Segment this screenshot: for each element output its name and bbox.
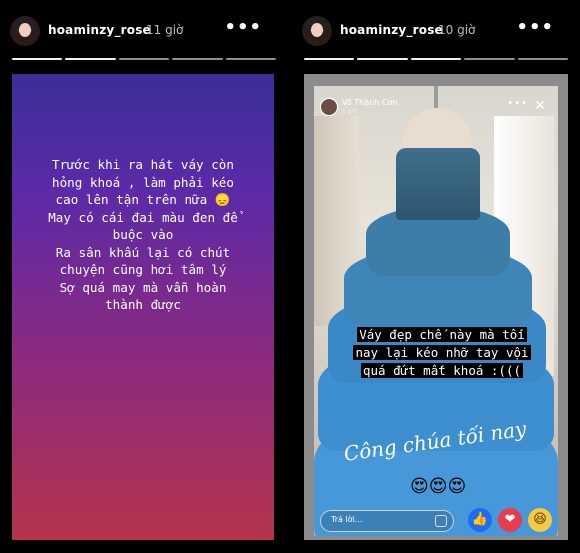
caption-line: nay lại kéo nhỡ tay vội xyxy=(353,345,531,360)
embedded-poster-name: Võ Thành Cơn xyxy=(342,98,398,107)
story-header: hoaminzy_rose 10 giờ ••• xyxy=(292,0,580,60)
progress-segment xyxy=(410,58,462,60)
more-options-icon[interactable]: ••• xyxy=(224,19,262,37)
embedded-story-header: Võ Thành Cơn 1 giờ ••• ✕ xyxy=(320,98,550,120)
story-content-text[interactable]: Trước khi ra hát váy còn hỏng khoá , làm… xyxy=(12,74,274,540)
dress-photo xyxy=(314,86,558,536)
embedded-close-icon: ✕ xyxy=(534,98,546,114)
embedded-poster-time: 1 giờ xyxy=(342,108,357,115)
progress-segment xyxy=(12,58,63,60)
post-time: 10 giờ xyxy=(438,23,476,37)
like-icon: 👍 xyxy=(468,508,492,532)
haha-icon: 😆 xyxy=(528,508,552,532)
post-time: 11 giờ xyxy=(146,23,184,37)
embedded-more-icon: ••• xyxy=(507,98,528,109)
embedded-caption: Váy đẹp chế này mà tối nay lại kéo nhỡ t… xyxy=(332,326,552,380)
progress-segment xyxy=(517,58,569,60)
progress-segment xyxy=(357,58,408,60)
story-panel-right: hoaminzy_rose 10 giờ ••• Võ Thành Cơn 1 … xyxy=(292,0,580,553)
story-header: hoaminzy_rose 11 giờ ••• xyxy=(0,0,288,60)
reply-input: Trả lời... xyxy=(320,510,454,532)
progress-segment xyxy=(172,58,223,60)
progress-segment xyxy=(118,58,170,60)
reply-placeholder: Trả lời... xyxy=(331,515,363,524)
username[interactable]: hoaminzy_rose xyxy=(48,23,151,37)
camera-icon xyxy=(435,515,447,527)
story-text: Trước khi ra hát váy còn hỏng khoá , làm… xyxy=(48,157,238,312)
story-progress-bar xyxy=(304,58,569,61)
progress-segment xyxy=(65,58,116,60)
emoji-row: 😍😍😍 xyxy=(410,476,467,497)
story-progress-bar xyxy=(12,58,277,61)
story-panel-left: hoaminzy_rose 11 giờ ••• Trước khi ra há… xyxy=(0,0,288,553)
username[interactable]: hoaminzy_rose xyxy=(340,23,443,37)
dress-bodice xyxy=(396,148,480,220)
embedded-avatar xyxy=(320,98,338,116)
avatar[interactable] xyxy=(10,16,40,46)
caption-line: quá đứt mất khoá :((( xyxy=(360,363,524,378)
more-options-icon[interactable]: ••• xyxy=(516,19,554,37)
love-icon: ❤ xyxy=(498,508,522,532)
caption-line: Váy đẹp chế này mà tối xyxy=(357,327,527,342)
progress-segment xyxy=(304,58,355,60)
avatar[interactable] xyxy=(302,16,332,46)
story-content-photo[interactable]: Võ Thành Cơn 1 giờ ••• ✕ Váy đẹp chế này… xyxy=(304,74,568,540)
progress-segment xyxy=(225,58,277,60)
progress-segment xyxy=(464,58,515,60)
